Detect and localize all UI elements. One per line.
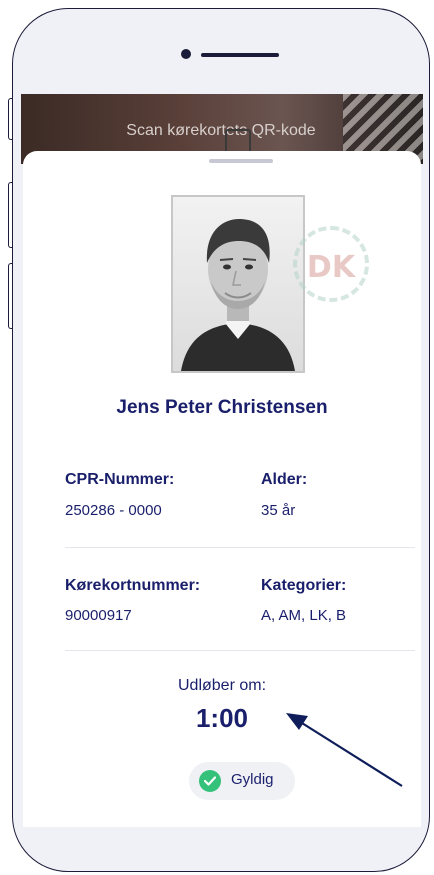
speaker-bar	[201, 53, 279, 57]
age-value: 35 år	[261, 502, 296, 519]
scan-prompt: Scan kørekortets QR-kode	[126, 122, 316, 139]
dk-seal: DK	[293, 226, 369, 302]
cpr-value: 250286 - 0000	[65, 502, 162, 519]
check-icon	[199, 770, 221, 792]
divider	[65, 547, 415, 548]
seal-text: DK	[306, 250, 356, 285]
categories-label: Kategorier:	[261, 577, 347, 594]
expires-label: Udløber om:	[177, 677, 267, 694]
license-number-label: Kørekortnummer:	[65, 577, 201, 594]
license-number-value: 90000917	[65, 607, 132, 624]
sheet-handle[interactable]	[209, 159, 273, 163]
categories-value: A, AM, LK, B	[261, 607, 347, 624]
holder-name: Jens Peter Christensen	[116, 397, 328, 418]
cpr-label: CPR-Nummer:	[65, 471, 175, 488]
age-label: Alder:	[261, 471, 308, 488]
profile-photo	[171, 195, 305, 373]
status-text: Gyldig	[231, 771, 274, 788]
camera-dot	[181, 49, 191, 59]
arrow-icon	[286, 713, 403, 787]
divider	[65, 650, 415, 651]
